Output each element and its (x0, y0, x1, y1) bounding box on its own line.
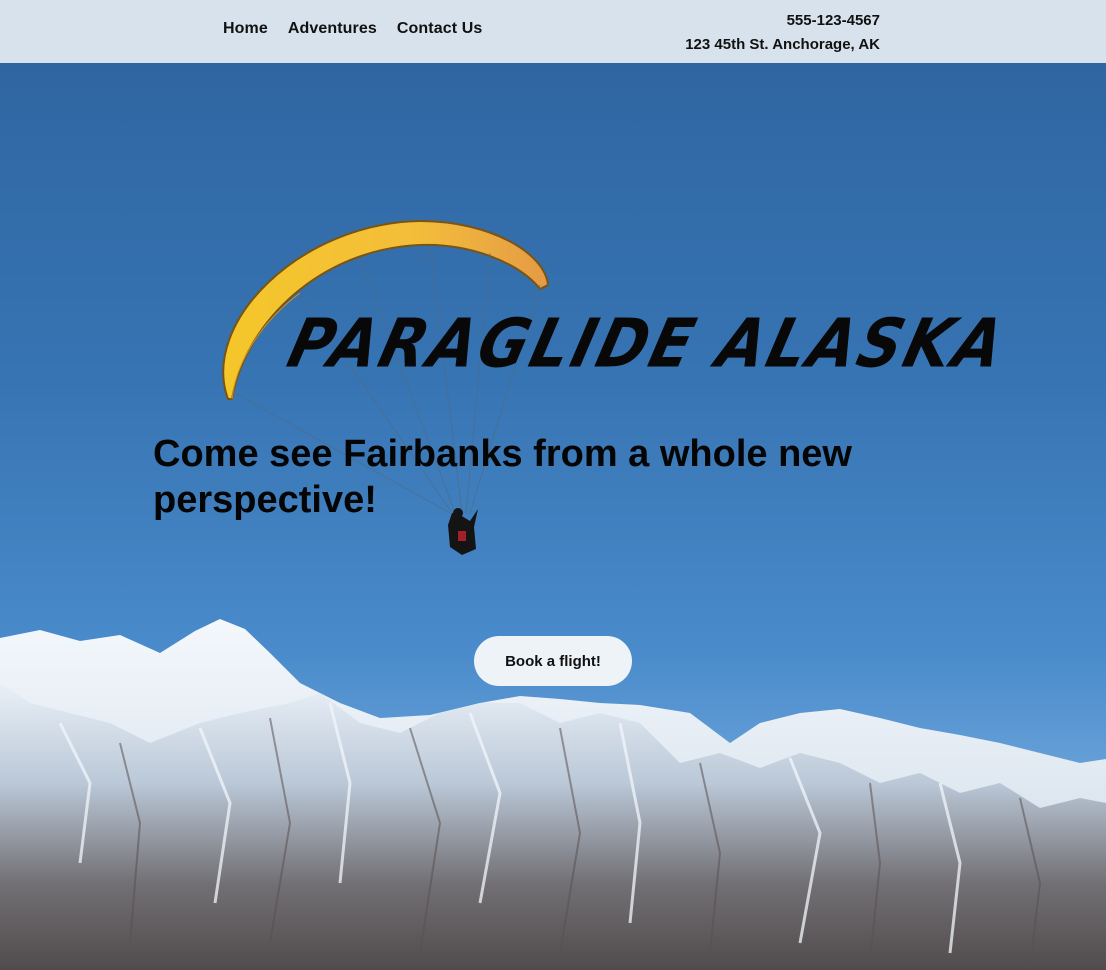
main-nav: Home Adventures Contact Us (223, 20, 482, 38)
nav-adventures-link[interactable]: Adventures (288, 20, 377, 38)
contact-info: 555-123-4567 123 45th St. Anchorage, AK (685, 9, 880, 57)
hero-section: Paraglide Alaska Come see Fairbanks from… (0, 63, 1106, 970)
book-flight-button[interactable]: Book a flight! (474, 636, 632, 686)
nav-home-link[interactable]: Home (223, 20, 268, 38)
address: 123 45th St. Anchorage, AK (685, 36, 880, 53)
phone-number[interactable]: 555-123-4567 (685, 9, 880, 33)
top-bar: Home Adventures Contact Us 555-123-4567 … (0, 0, 1106, 63)
hero-tagline: Come see Fairbanks from a whole new pers… (153, 433, 852, 521)
nav-contact-link[interactable]: Contact Us (397, 20, 482, 38)
brand-title: Paraglide Alaska (280, 305, 1015, 384)
